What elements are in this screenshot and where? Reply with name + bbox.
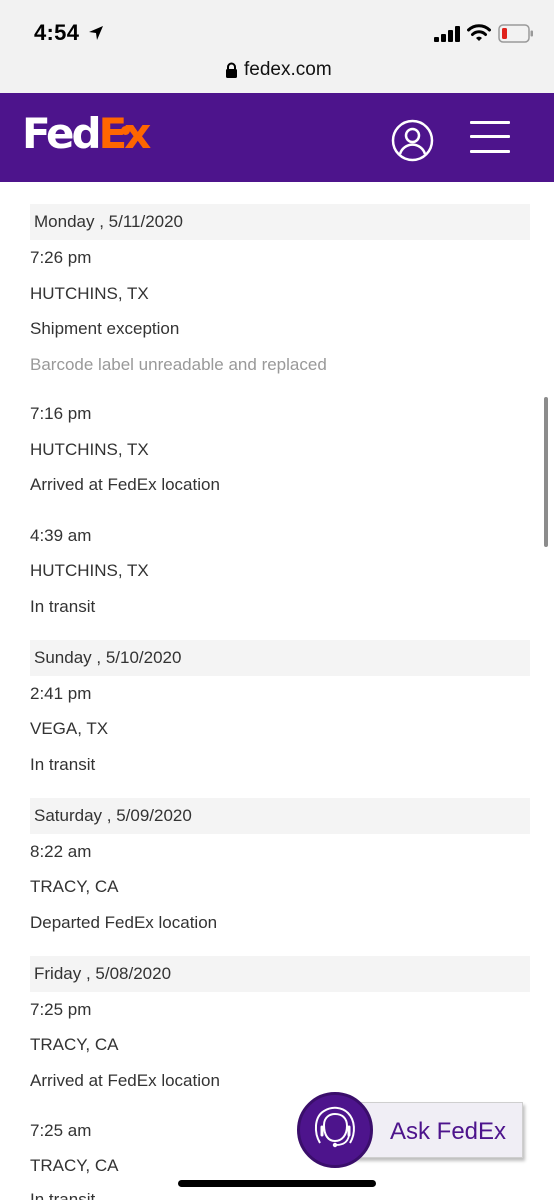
event-status: Arrived at FedEx location — [30, 1071, 220, 1090]
wifi-icon — [467, 24, 491, 41]
event-time: 8:22 am — [30, 842, 92, 861]
logo-fed: Fed — [22, 109, 102, 158]
day-header-monday: Monday , 5/11/2020 — [30, 204, 530, 240]
status-bar: 4:54 — [0, 0, 554, 58]
event-detail: Barcode label unreadable and replaced — [30, 355, 327, 374]
scrollbar-thumb[interactable] — [544, 397, 548, 547]
battery-low-icon — [498, 24, 533, 43]
event-status: In transit — [30, 755, 96, 774]
event-location: TRACY, CA — [30, 1156, 119, 1175]
event-time: 4:39 am — [30, 526, 92, 545]
registered-mark — [121, 126, 130, 135]
site-header: FedEx — [0, 93, 554, 182]
event-location: VEGA, TX — [30, 719, 109, 738]
hamburger-menu-icon[interactable] — [470, 121, 510, 153]
ask-fedex-label: Ask FedEx — [390, 1118, 507, 1145]
url-text: fedex.com — [244, 59, 332, 80]
event-status: Shipment exception — [30, 319, 180, 338]
cellular-signal-icon — [434, 26, 460, 42]
event-location: HUTCHINS, TX — [30, 440, 149, 459]
event-time: 7:16 pm — [30, 404, 92, 423]
day-header-saturday: Saturday , 5/09/2020 — [30, 798, 530, 834]
assistant-avatar-icon[interactable] — [297, 1092, 373, 1168]
status-time: 4:54 — [34, 20, 80, 45]
headset-agent-icon — [314, 1106, 355, 1148]
lock-icon — [226, 62, 237, 78]
event-location: HUTCHINS, TX — [30, 284, 149, 303]
event-location: TRACY, CA — [30, 877, 119, 896]
event-status: In transit — [30, 1190, 96, 1200]
address-bar[interactable]: fedex.com — [0, 58, 554, 93]
event-status: Departed FedEx location — [30, 913, 218, 932]
day-header-sunday: Sunday , 5/10/2020 — [30, 640, 530, 676]
location-arrow-icon — [89, 26, 103, 40]
day-header-friday: Friday , 5/08/2020 — [30, 956, 530, 992]
user-account-icon[interactable] — [391, 119, 434, 162]
fedex-logo[interactable]: FedEx — [22, 113, 151, 155]
event-time: 7:26 pm — [30, 248, 92, 267]
event-location: HUTCHINS, TX — [30, 561, 149, 580]
event-time: 7:25 pm — [30, 1000, 92, 1019]
ask-fedex-button[interactable]: Ask FedEx — [297, 1092, 525, 1168]
home-indicator[interactable] — [178, 1180, 376, 1187]
event-status: In transit — [30, 597, 96, 616]
event-time: 7:25 am — [30, 1121, 92, 1140]
event-status: Arrived at FedEx location — [30, 475, 220, 494]
event-time: 2:41 pm — [30, 684, 92, 703]
event-location: TRACY, CA — [30, 1035, 119, 1054]
